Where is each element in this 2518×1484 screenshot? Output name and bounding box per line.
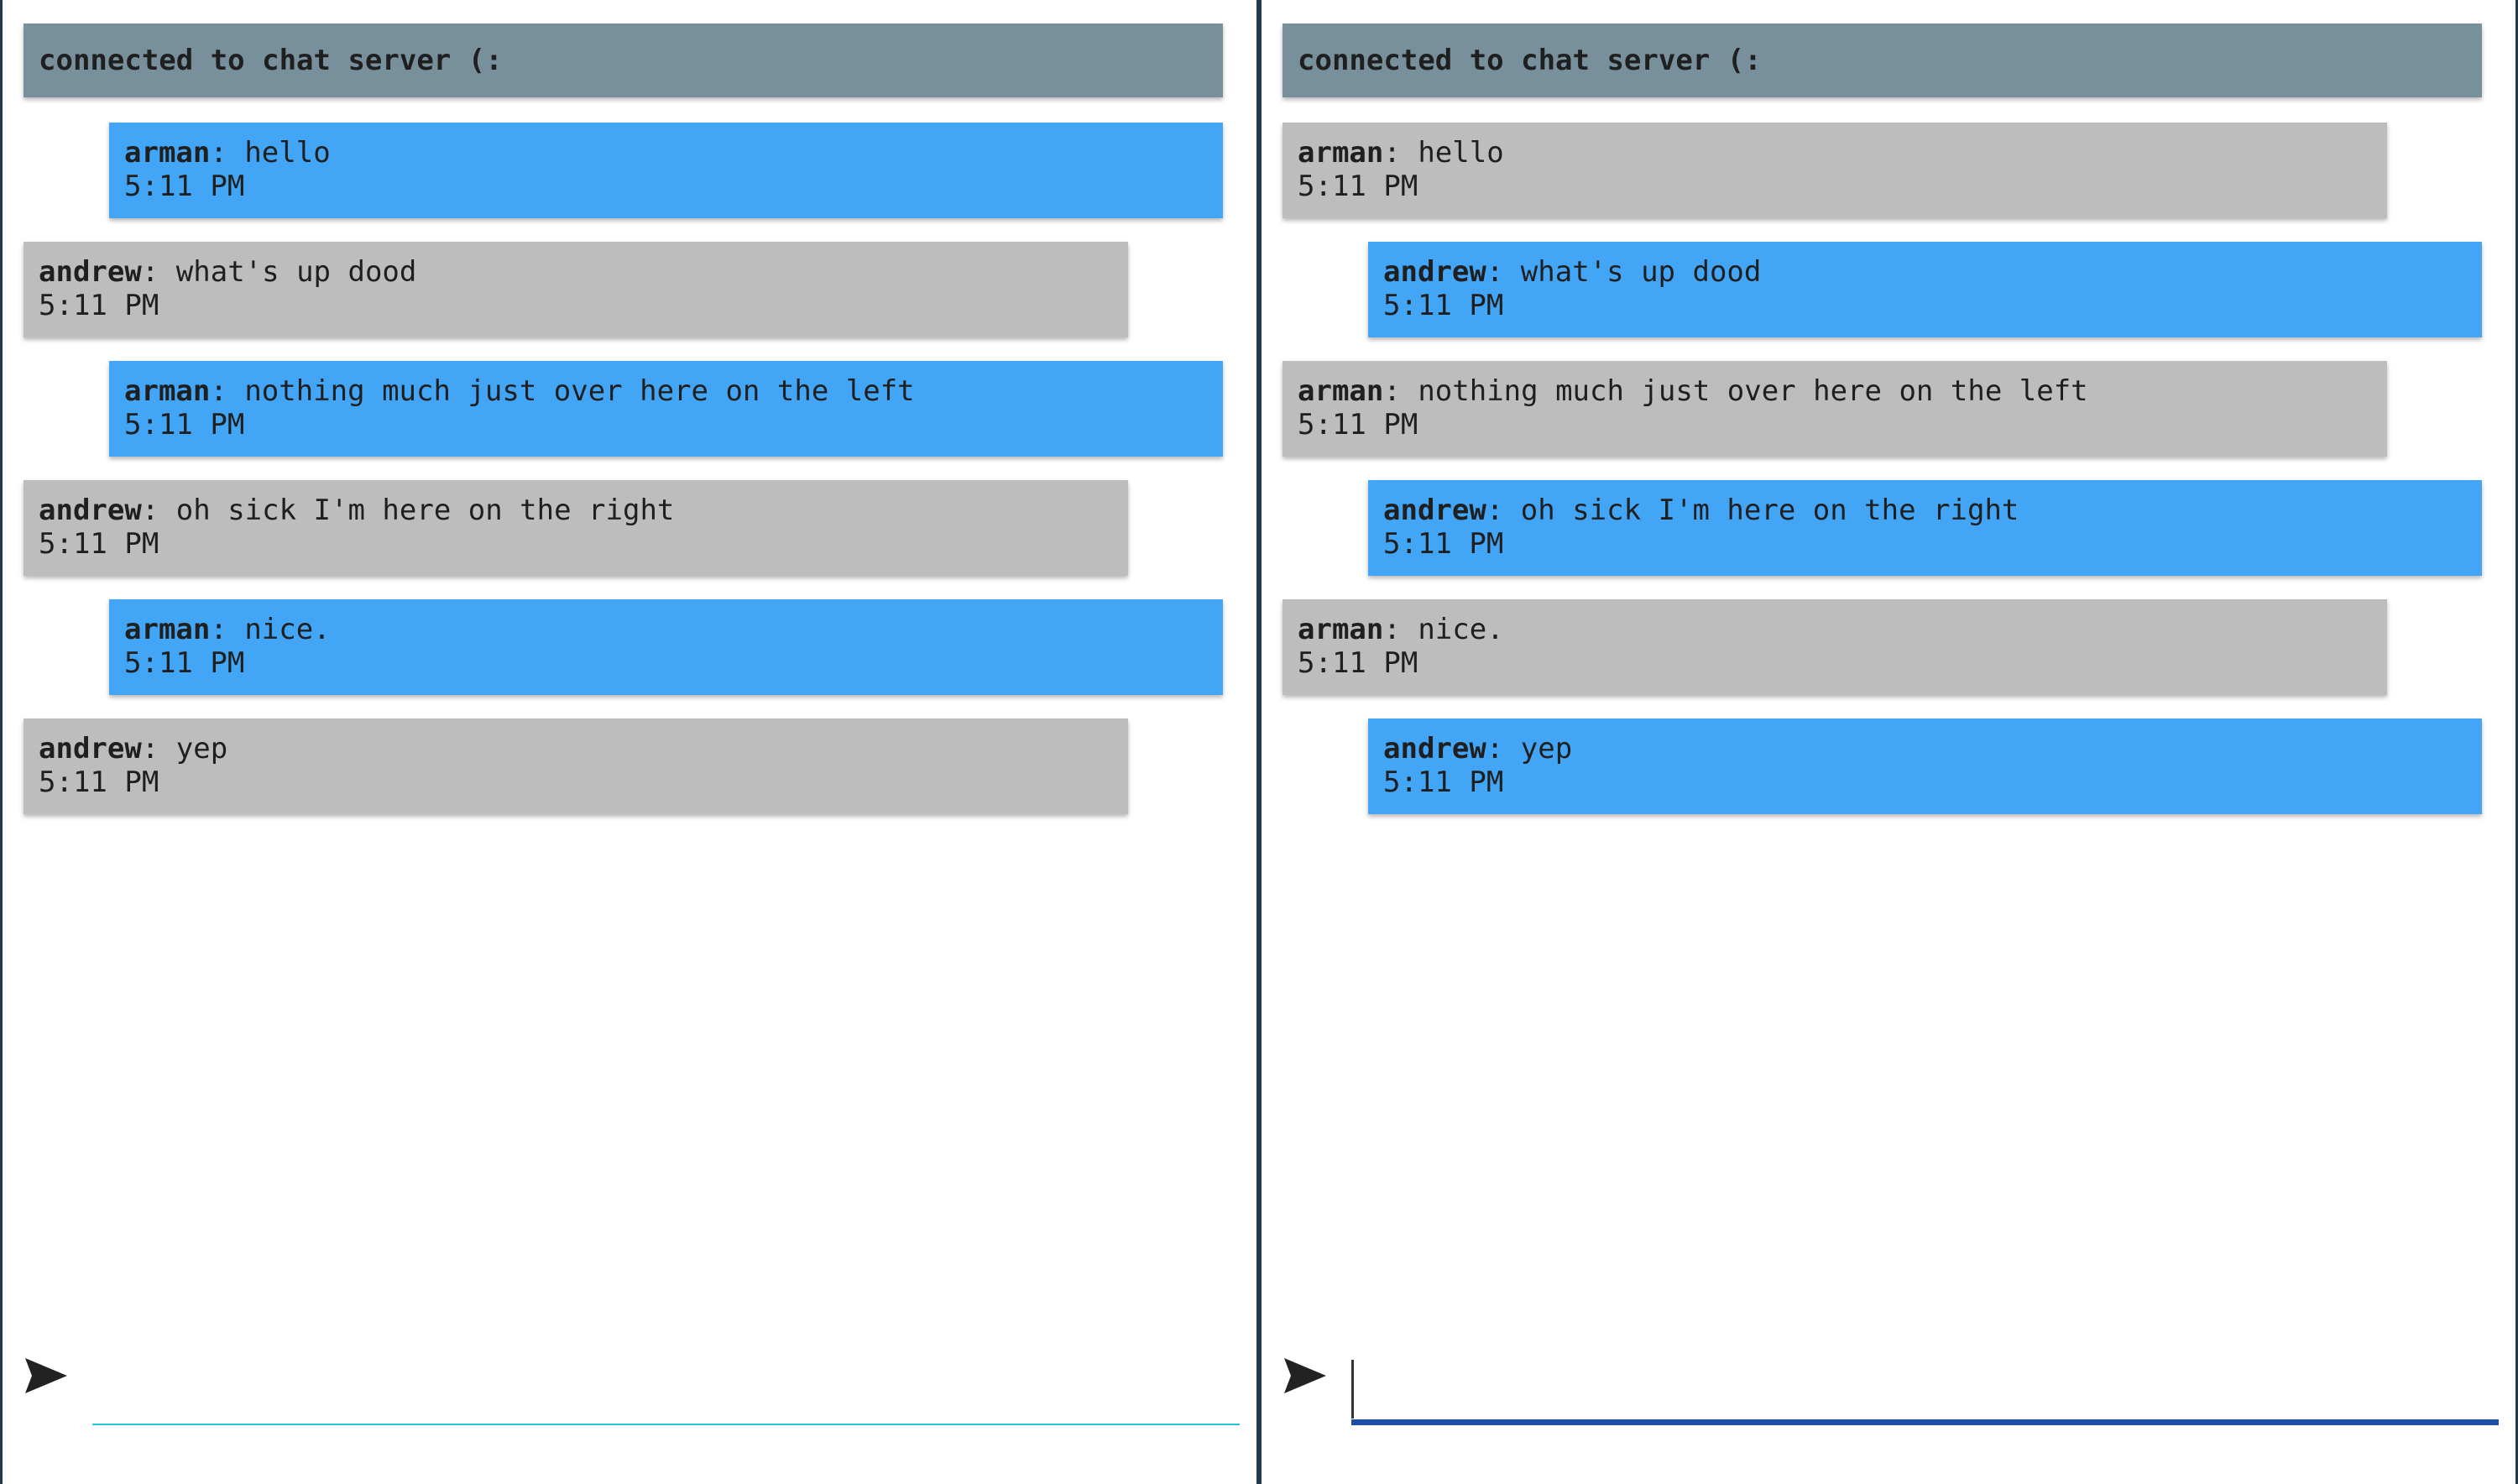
message-sender: arman bbox=[124, 136, 211, 170]
sender-separator: : bbox=[1383, 613, 1418, 646]
message-text: oh sick I'm here on the right bbox=[175, 494, 675, 527]
sender-separator: : bbox=[1383, 374, 1418, 408]
message-timestamp: 5:11 PM bbox=[1298, 408, 1418, 442]
message-sender: arman bbox=[1298, 613, 1384, 646]
message-input-underline bbox=[92, 1424, 1240, 1425]
message-line: arman: nothing much just over here on th… bbox=[124, 374, 1208, 408]
message-text: what's up dood bbox=[1520, 255, 1762, 289]
message-bubble: andrew: oh sick I'm here on the right 5:1… bbox=[1368, 480, 2482, 576]
message-bubble: andrew: yep 5:11 PM bbox=[24, 718, 1128, 814]
sender-separator: : bbox=[210, 374, 245, 408]
message-bubble: arman: hello 5:11 PM bbox=[1283, 123, 2387, 218]
message-input-wrapper bbox=[92, 1350, 1240, 1425]
message-line: arman: hello bbox=[124, 136, 1208, 170]
sender-separator: : bbox=[210, 613, 245, 646]
message-bubble: andrew: oh sick I'm here on the right 5:1… bbox=[24, 480, 1128, 576]
message-sender: arman bbox=[1298, 374, 1384, 408]
message-timestamp: 5:11 PM bbox=[1383, 289, 1504, 322]
message-sender: arman bbox=[124, 374, 211, 408]
sender-separator: : bbox=[1383, 136, 1418, 170]
message-sender: andrew bbox=[39, 494, 142, 527]
message-text: nothing much just over here on the left bbox=[1418, 374, 2088, 408]
message-text: nothing much just over here on the left bbox=[244, 374, 915, 408]
message-timestamp: 5:11 PM bbox=[124, 646, 245, 680]
message-sender: andrew bbox=[1383, 494, 1486, 527]
message-bubble: arman: nothing much just over here on th… bbox=[109, 361, 1223, 457]
message-line: andrew: oh sick I'm here on the right bbox=[1383, 494, 2467, 527]
sender-separator: : bbox=[141, 255, 176, 289]
message-bubble: arman: nothing much just over here on th… bbox=[1283, 361, 2387, 457]
message-timestamp: 5:11 PM bbox=[39, 766, 159, 799]
message-input[interactable] bbox=[92, 1350, 1240, 1425]
message-bubble: arman: nice. 5:11 PM bbox=[109, 599, 1223, 695]
chat-pane-left: connected to chat server (: arman: hello… bbox=[0, 0, 1259, 1484]
message-line: andrew: what's up dood bbox=[39, 255, 1113, 289]
sender-separator: : bbox=[141, 732, 176, 766]
sender-separator: : bbox=[1486, 494, 1521, 527]
message-list: arman: hello 5:11 PM andrew: what's up doo… bbox=[1283, 123, 2482, 838]
message-text: oh sick I'm here on the right bbox=[1520, 494, 2019, 527]
message-text: nice. bbox=[1418, 613, 1504, 646]
message-input[interactable] bbox=[1351, 1350, 2499, 1425]
message-list: arman: hello 5:11 PM andrew: what's up doo… bbox=[24, 123, 1223, 838]
message-sender: andrew bbox=[1383, 255, 1486, 289]
connection-status-banner: connected to chat server (: bbox=[24, 24, 1223, 97]
sender-separator: : bbox=[210, 136, 245, 170]
message-timestamp: 5:11 PM bbox=[1383, 527, 1504, 561]
send-icon[interactable] bbox=[1283, 1356, 1328, 1395]
message-timestamp: 5:11 PM bbox=[124, 170, 245, 203]
message-timestamp: 5:11 PM bbox=[1298, 646, 1418, 680]
message-sender: arman bbox=[1298, 136, 1384, 170]
message-line: andrew: yep bbox=[39, 732, 1113, 766]
message-line: arman: nothing much just over here on th… bbox=[1298, 374, 2372, 408]
message-bubble: andrew: what's up dood 5:11 PM bbox=[24, 242, 1128, 337]
message-input-wrapper bbox=[1351, 1350, 2499, 1425]
message-bubble: arman: hello 5:11 PM bbox=[109, 123, 1223, 218]
message-input-underline bbox=[1351, 1419, 2499, 1425]
message-bubble: andrew: yep 5:11 PM bbox=[1368, 718, 2482, 814]
sender-separator: : bbox=[1486, 255, 1521, 289]
message-timestamp: 5:11 PM bbox=[39, 527, 159, 561]
message-text: yep bbox=[1520, 732, 1573, 766]
message-bubble: arman: nice. 5:11 PM bbox=[1283, 599, 2387, 695]
send-icon-glyph bbox=[1284, 1358, 1326, 1393]
message-text: yep bbox=[175, 732, 228, 766]
message-line: arman: hello bbox=[1298, 136, 2372, 170]
message-sender: arman bbox=[124, 613, 211, 646]
sender-separator: : bbox=[1486, 732, 1521, 766]
message-timestamp: 5:11 PM bbox=[1383, 766, 1504, 799]
message-text: nice. bbox=[244, 613, 331, 646]
sender-separator: : bbox=[141, 494, 176, 527]
message-sender: andrew bbox=[1383, 732, 1486, 766]
message-line: andrew: oh sick I'm here on the right bbox=[39, 494, 1113, 527]
chat-pane-right: connected to chat server (: arman: hello… bbox=[1259, 0, 2518, 1484]
connection-status-banner: connected to chat server (: bbox=[1283, 24, 2482, 97]
message-text: what's up dood bbox=[175, 255, 417, 289]
send-icon-glyph bbox=[25, 1358, 67, 1393]
message-bubble: andrew: what's up dood 5:11 PM bbox=[1368, 242, 2482, 337]
message-timestamp: 5:11 PM bbox=[124, 408, 245, 442]
message-line: andrew: yep bbox=[1383, 732, 2467, 766]
message-text: hello bbox=[1418, 136, 1504, 170]
message-text: hello bbox=[244, 136, 331, 170]
message-timestamp: 5:11 PM bbox=[39, 289, 159, 322]
message-timestamp: 5:11 PM bbox=[1298, 170, 1418, 203]
send-icon[interactable] bbox=[24, 1356, 69, 1395]
message-line: arman: nice. bbox=[1298, 613, 2372, 646]
message-line: arman: nice. bbox=[124, 613, 1208, 646]
message-line: andrew: what's up dood bbox=[1383, 255, 2467, 289]
message-sender: andrew bbox=[39, 255, 142, 289]
message-sender: andrew bbox=[39, 732, 142, 766]
